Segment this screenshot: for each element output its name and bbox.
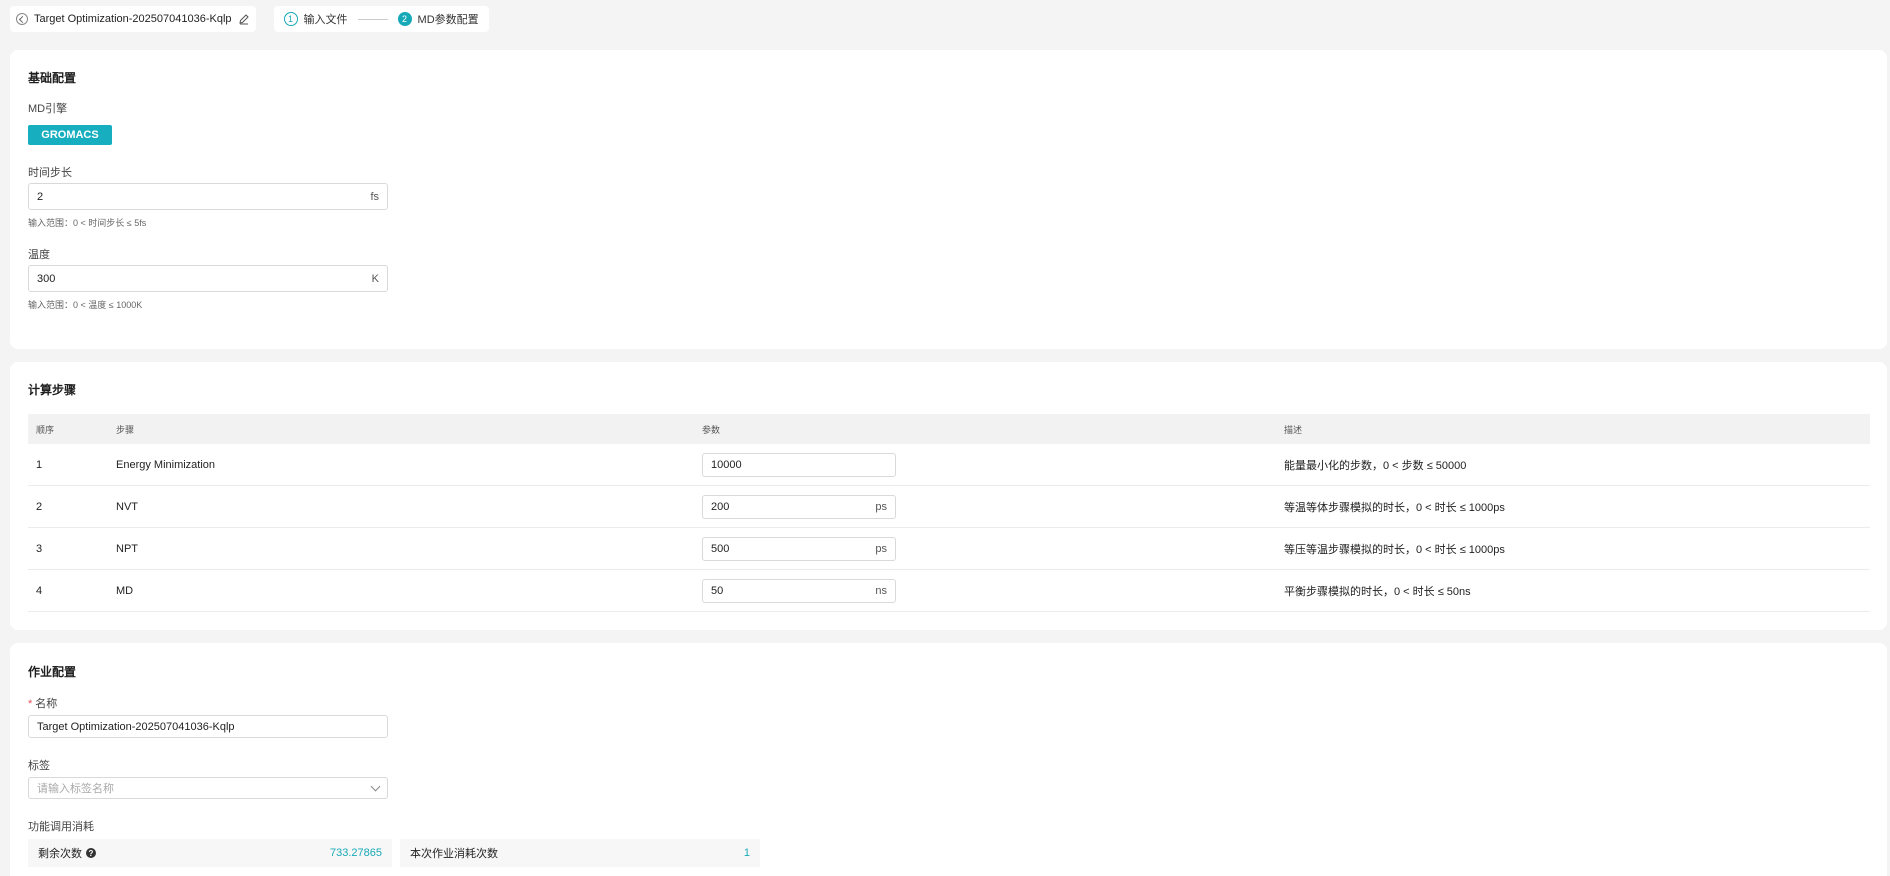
tag-placeholder: 请输入标签名称 (37, 783, 114, 795)
temperature-hint: 输入范围：0 < 温度 ≤ 1000K (28, 300, 143, 310)
timestep-value: 2 (37, 190, 44, 203)
step-2-number: 2 (397, 12, 412, 26)
table-row: 4 MD 50 ns 平衡步骤模拟的时长，0 < 时长 ≤ 50ns (28, 570, 1870, 612)
row-order: 1 (36, 458, 43, 471)
cost-value: 1 (743, 847, 750, 859)
row-desc: 平衡步骤模拟的时长，0 < 时长 ≤ 50ns (1284, 585, 1471, 598)
row-step: Energy Minimization (116, 458, 216, 471)
row-step: NVT (116, 500, 138, 513)
param-value: 50 (711, 584, 724, 597)
param-value: 200 (711, 500, 730, 513)
help-icon[interactable]: ? (86, 848, 96, 858)
timestep-hint: 输入范围：0 < 时间步长 ≤ 5fs (28, 218, 147, 228)
md-duration-input[interactable]: 50 ns (702, 578, 896, 603)
calc-steps-title: 计算步骤 (28, 383, 77, 397)
row-param-cell: 50 ns (702, 578, 1284, 603)
step-connector (357, 18, 388, 20)
row-order: 4 (36, 584, 43, 597)
timestep-unit: fs (370, 190, 379, 203)
job-name-value: Target Optimization-202507041036-Kqlp (37, 720, 235, 733)
timestep-input[interactable]: 2 fs (28, 183, 388, 210)
temperature-unit: K (371, 272, 379, 285)
col-step: 步骤 (116, 424, 135, 435)
row-desc: 能量最小化的步数，0 < 步数 ≤ 50000 (1284, 459, 1467, 472)
job-title: Target Optimization-202507041036-Kqlp (34, 13, 232, 25)
usage-label: 功能调用消耗 (28, 821, 94, 833)
row-param-cell: 200 ps (702, 494, 1284, 519)
gromacs-engine-button[interactable]: GROMACS (28, 125, 112, 145)
name-label-text: 名称 (35, 698, 58, 710)
edit-icon[interactable] (238, 13, 250, 25)
table-header: 顺序 步骤 参数 描述 (28, 414, 1870, 444)
wizard-steps: 1 输入文件 2 MD参数配置 (273, 6, 489, 32)
temperature-input[interactable]: 300 K (28, 265, 388, 292)
required-marker: * (28, 698, 33, 710)
remaining-value: 733.27865 (330, 847, 382, 859)
remaining-count-panel: 剩余次数 ? 733.27865 (28, 839, 392, 867)
basic-config-card: 基础配置 MD引擎 GROMACS 时间步长 2 fs 输入范围：0 < 时间步… (10, 50, 1887, 349)
energy-min-steps-input[interactable]: 10000 (702, 452, 896, 477)
step-1-number: 1 (283, 12, 298, 26)
steps-table: 顺序 步骤 参数 描述 1 Energy Minimization 10000 … (28, 414, 1870, 612)
top-bar: Target Optimization-202507041036-Kqlp 1 … (10, 6, 489, 32)
tag-select[interactable]: 请输入标签名称 (28, 777, 388, 799)
col-desc: 描述 (1284, 424, 1303, 435)
table-row: 1 Energy Minimization 10000 能量最小化的步数，0 <… (28, 444, 1870, 486)
name-label: * 名称 (28, 695, 57, 711)
job-name-input[interactable]: Target Optimization-202507041036-Kqlp (28, 715, 388, 738)
step-1-label[interactable]: 输入文件 (304, 11, 348, 27)
param-value: 10000 (711, 458, 742, 471)
col-param: 参数 (702, 424, 721, 435)
remaining-label: 剩余次数 (38, 848, 82, 860)
basic-config-title: 基础配置 (28, 71, 77, 85)
step-2-label[interactable]: MD参数配置 (418, 11, 479, 27)
param-unit: ps (875, 500, 887, 513)
row-desc: 等温等体步骤模拟的时长，0 < 时长 ≤ 1000ps (1284, 501, 1505, 514)
temperature-label: 温度 (28, 249, 50, 261)
npt-duration-input[interactable]: 500 ps (702, 536, 896, 561)
job-config-card: 作业配置 * 名称 Target Optimization-20250704103… (10, 643, 1887, 876)
row-desc: 等压等温步骤模拟的时长，0 < 时长 ≤ 1000ps (1284, 543, 1505, 556)
calc-steps-card: 计算步骤 顺序 步骤 参数 描述 1 Energy Minimization 1… (10, 362, 1887, 630)
job-cost-panel: 本次作业消耗次数 1 (400, 839, 760, 867)
table-row: 3 NPT 500 ps 等压等温步骤模拟的时长，0 < 时长 ≤ 1000ps (28, 528, 1870, 570)
row-step: NPT (116, 542, 138, 555)
chevron-down-icon (370, 781, 381, 791)
row-order: 2 (36, 500, 43, 513)
job-config-title: 作业配置 (28, 665, 77, 679)
param-value: 500 (711, 542, 730, 555)
cost-label: 本次作业消耗次数 (410, 848, 498, 860)
table-row: 2 NVT 200 ps 等温等体步骤模拟的时长，0 < 时长 ≤ 1000ps (28, 486, 1870, 528)
col-order: 顺序 (36, 424, 55, 435)
row-param-cell: 10000 (702, 452, 1284, 477)
row-param-cell: 500 ps (702, 536, 1284, 561)
timestep-label: 时间步长 (28, 167, 72, 179)
param-unit: ps (875, 542, 887, 555)
row-order: 3 (36, 542, 43, 555)
row-step: MD (116, 584, 134, 597)
job-title-pill: Target Optimization-202507041036-Kqlp (10, 6, 256, 32)
engine-label: MD引擎 (28, 103, 68, 115)
nvt-duration-input[interactable]: 200 ps (702, 494, 896, 519)
param-unit: ns (875, 584, 887, 597)
tag-label: 标签 (28, 760, 50, 772)
temperature-value: 300 (37, 272, 56, 285)
back-icon[interactable] (16, 13, 28, 25)
